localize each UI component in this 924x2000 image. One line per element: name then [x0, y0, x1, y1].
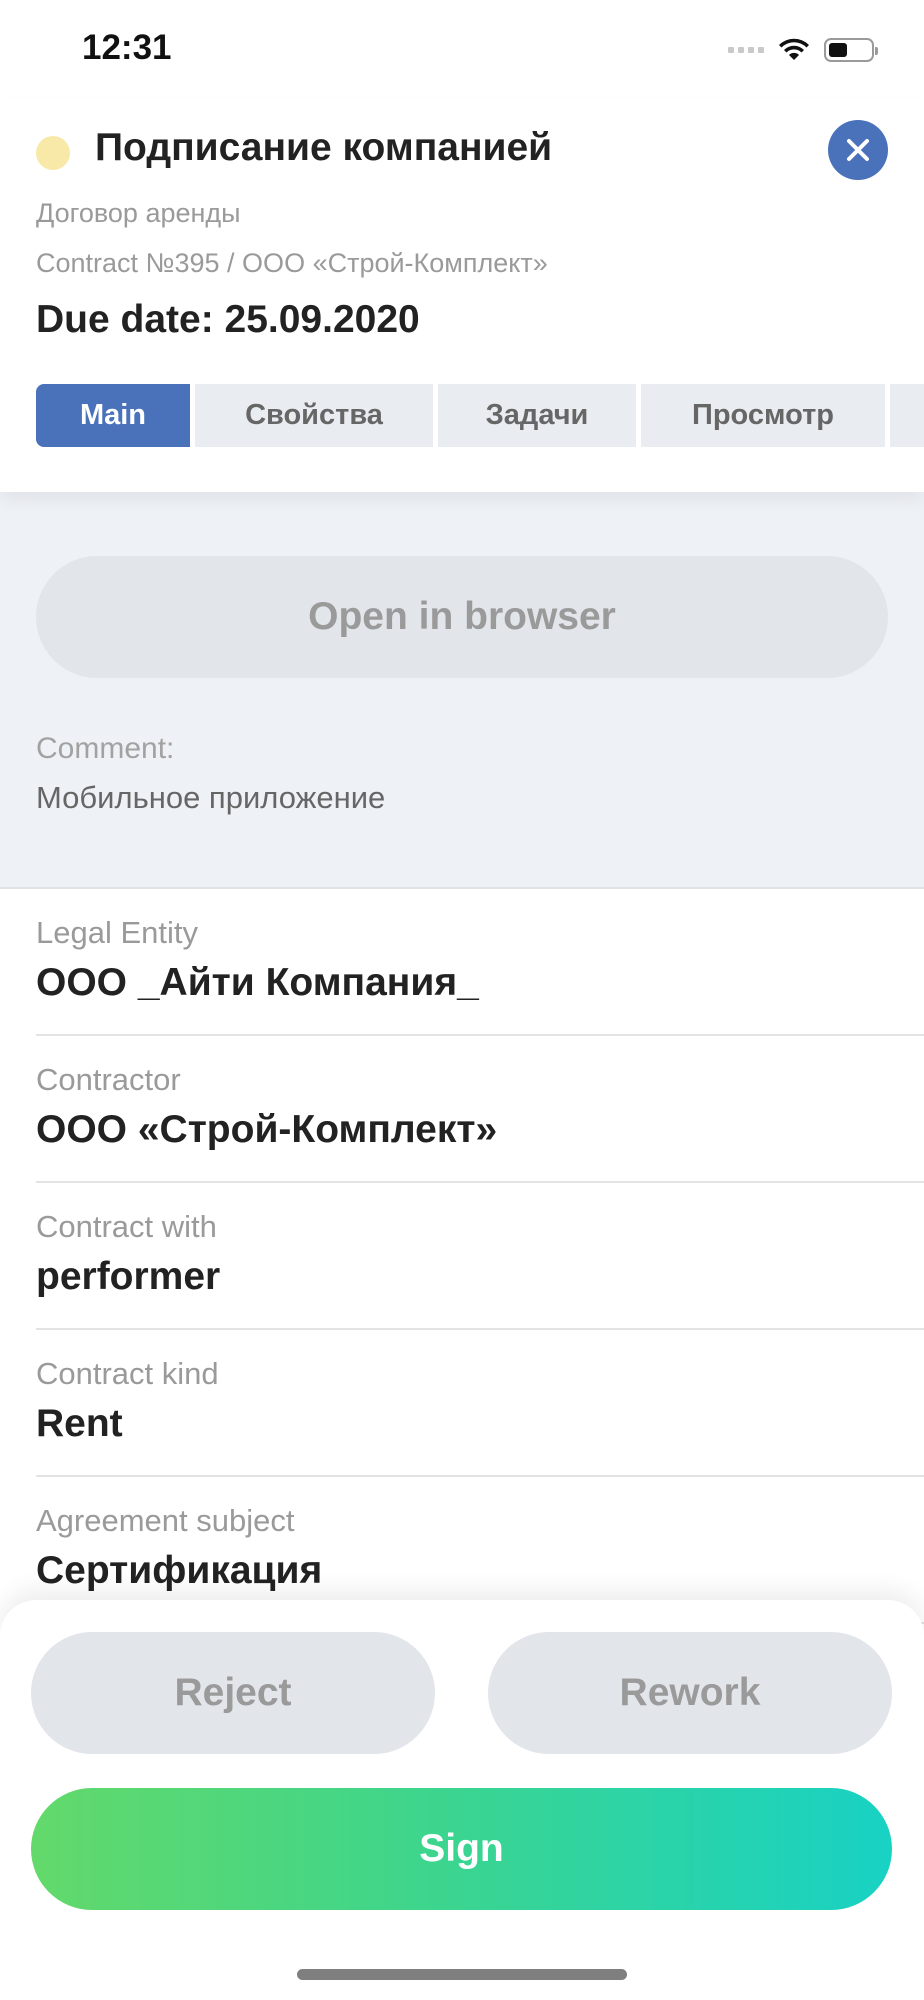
rework-button[interactable]: Rework	[488, 1632, 892, 1754]
info-panel: Open in browser Comment: Мобильное прило…	[0, 492, 924, 889]
field-value: Rent	[36, 1402, 123, 1445]
field-label: Contract with	[36, 1209, 217, 1244]
field-value: performer	[36, 1255, 221, 1298]
tab-main[interactable]: Main	[36, 384, 190, 447]
close-button[interactable]	[828, 120, 888, 180]
action-sheet: Reject Rework Sign	[0, 1600, 924, 2000]
fields-list: Legal Entity ООО _Айти Компания_ Contrac…	[0, 889, 924, 1624]
field-contractor: Contractor ООО «Строй-Комплект»	[36, 1036, 924, 1183]
contract-reference: Contract №395 / ООО «Строй-Комплект»	[36, 248, 548, 278]
close-icon	[847, 139, 869, 161]
field-contract-with: Contract with performer	[36, 1183, 924, 1330]
field-value: ООО _Айти Компания_	[36, 961, 479, 1004]
field-label: Contractor	[36, 1062, 181, 1097]
field-value: Сертификация	[36, 1549, 323, 1592]
sign-button[interactable]: Sign	[31, 1788, 892, 1910]
reject-button[interactable]: Reject	[31, 1632, 435, 1754]
tab-bar: Main Свойства Задачи Просмотр	[36, 384, 924, 447]
field-label: Contract kind	[36, 1356, 219, 1391]
due-date: Due date: 25.09.2020	[36, 298, 420, 341]
tab-properties[interactable]: Свойства	[195, 384, 433, 447]
tab-preview[interactable]: Просмотр	[641, 384, 885, 447]
comment-value: Мобильное приложение	[36, 780, 386, 815]
field-label: Agreement subject	[36, 1503, 295, 1538]
comment-label: Comment:	[36, 732, 175, 765]
home-indicator[interactable]	[297, 1969, 627, 1980]
battery-level	[829, 43, 847, 57]
field-contract-kind: Contract kind Rent	[36, 1330, 924, 1477]
status-bar: 12:31	[0, 0, 924, 100]
tab-tasks[interactable]: Задачи	[438, 384, 636, 447]
tab-more[interactable]	[890, 384, 924, 447]
field-label: Legal Entity	[36, 915, 198, 950]
open-in-browser-button[interactable]: Open in browser	[36, 556, 888, 678]
status-indicator-icon	[36, 136, 70, 170]
status-time: 12:31	[82, 28, 172, 67]
cellular-signal-icon	[728, 47, 764, 53]
field-value: ООО «Строй-Комплект»	[36, 1108, 498, 1151]
battery-icon	[824, 38, 878, 62]
status-icons	[728, 32, 878, 68]
wifi-icon	[779, 38, 809, 60]
document-header: Подписание компанией Договор аренды Cont…	[0, 100, 924, 492]
field-legal-entity: Legal Entity ООО _Айти Компания_	[36, 889, 924, 1036]
document-type: Договор аренды	[36, 198, 241, 228]
page-title: Подписание компанией	[95, 126, 553, 169]
